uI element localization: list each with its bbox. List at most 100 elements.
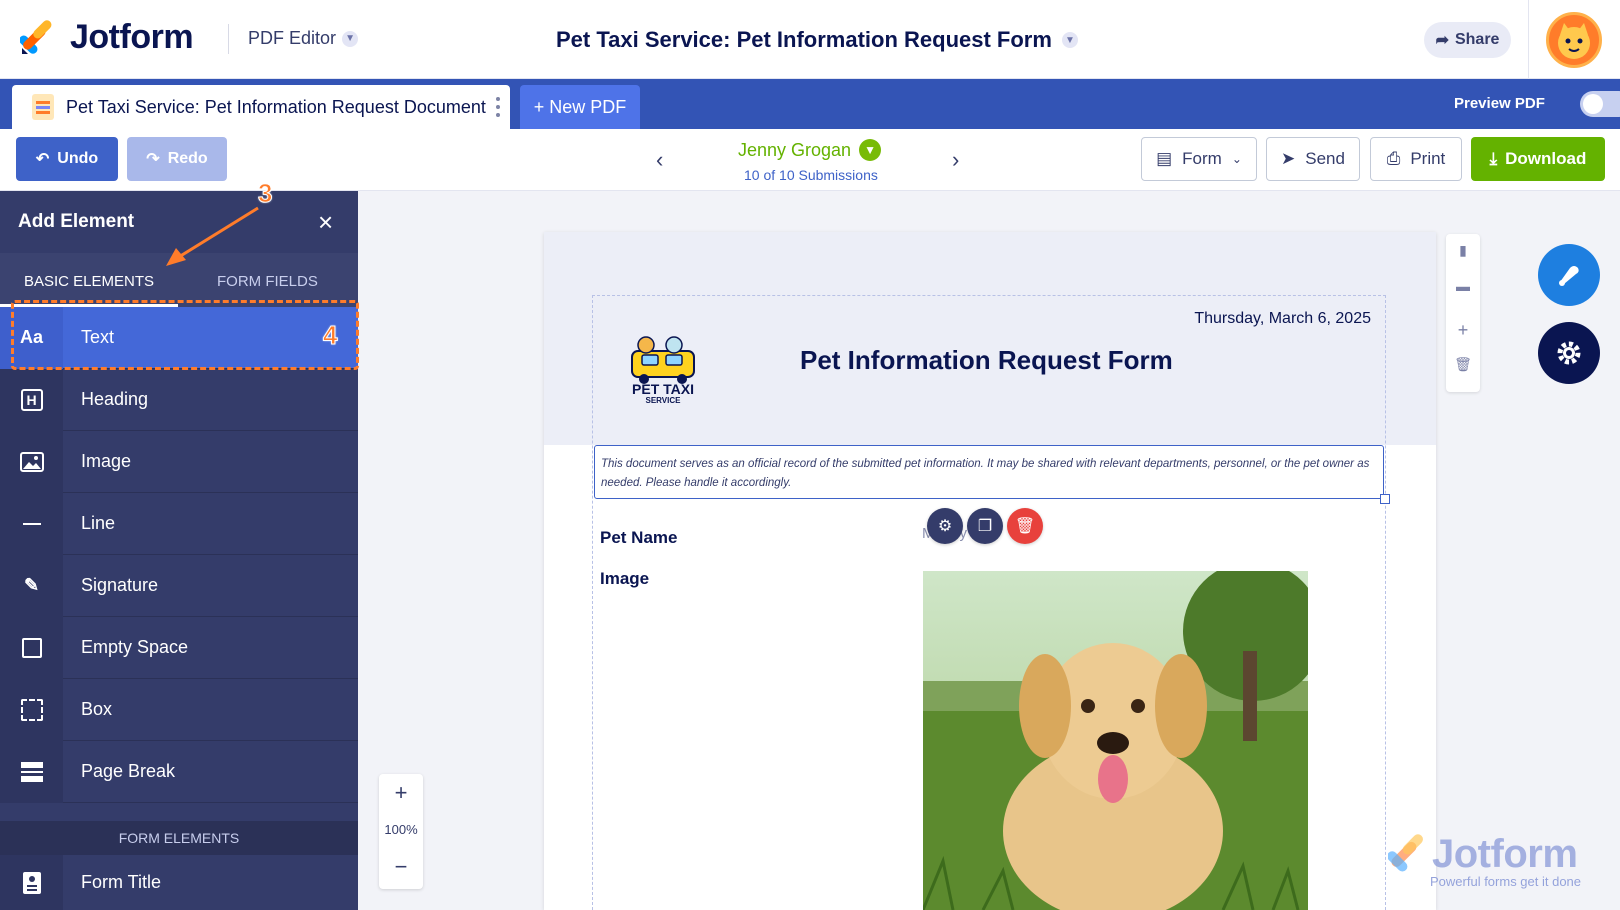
- share-label: Share: [1454, 31, 1500, 48]
- download-button[interactable]: ⤓ Download: [1471, 137, 1605, 181]
- download-label: Download: [1505, 149, 1587, 168]
- paint-roller-icon: [1559, 266, 1579, 286]
- page-layout-icon[interactable]: ▬: [1446, 278, 1480, 294]
- delete-page-icon[interactable]: 🗑: [1446, 356, 1480, 373]
- form-title: Pet Taxi Service: Pet Information Reques…: [556, 27, 1052, 52]
- header-divider: [1528, 0, 1529, 79]
- annotation-step-4: 4: [322, 320, 338, 351]
- document-icon: [32, 94, 54, 120]
- heading-icon: H: [0, 368, 63, 431]
- preview-pdf-toggle[interactable]: [1580, 91, 1620, 117]
- element-form-title[interactable]: Form Title: [0, 855, 358, 910]
- resize-handle[interactable]: [1380, 494, 1390, 504]
- add-page-icon[interactable]: +: [1446, 320, 1480, 341]
- print-button[interactable]: ⎙ Print: [1370, 137, 1462, 181]
- duplicate-icon[interactable]: ❐: [967, 508, 1003, 544]
- element-label: Empty Space: [81, 637, 189, 657]
- brand-name: Jotform: [70, 18, 194, 56]
- form-title-dropdown[interactable]: Pet Taxi Service: Pet Information Reques…: [556, 27, 1078, 53]
- watermark-tagline: Powerful forms get it done: [1430, 874, 1582, 889]
- element-line[interactable]: Line: [0, 492, 358, 555]
- jotform-logo[interactable]: Jotform: [20, 18, 194, 57]
- pet-photo[interactable]: [923, 571, 1308, 910]
- element-page-break[interactable]: Page Break: [0, 740, 358, 803]
- send-label: Send: [1305, 149, 1345, 168]
- submission-count[interactable]: 10 of 10 Submissions: [744, 167, 878, 183]
- page-icon[interactable]: ▮: [1446, 242, 1480, 259]
- undo-button[interactable]: ↶ Undo: [16, 137, 118, 181]
- send-icon: ➤: [1281, 149, 1296, 168]
- design-tool-button[interactable]: [1538, 244, 1600, 306]
- form-dropdown-button[interactable]: ▤ Form ⌄: [1141, 137, 1257, 181]
- print-label: Print: [1410, 149, 1446, 168]
- undo-icon: ↶: [35, 151, 50, 168]
- app-name: PDF Editor: [248, 28, 337, 48]
- download-icon: ⤓: [1489, 149, 1498, 168]
- previous-submission-icon[interactable]: ‹: [656, 147, 663, 173]
- toggle-knob: [1583, 94, 1603, 114]
- redo-button[interactable]: ↷ Redo: [127, 137, 227, 181]
- pdf-page[interactable]: PET TAXI SERVICE Thursday, March 6, 2025…: [544, 232, 1436, 910]
- app-switcher[interactable]: PDF Editor ▼: [248, 28, 359, 49]
- form-title-icon: [0, 855, 63, 910]
- field-label-image[interactable]: Image: [600, 569, 649, 589]
- dog-image-icon: [923, 571, 1308, 910]
- submitter-name: Jenny Grogan ▼: [738, 139, 882, 161]
- settings-icon[interactable]: ⚙: [927, 508, 963, 544]
- share-button[interactable]: ➦ Share: [1424, 22, 1511, 58]
- close-icon[interactable]: ×: [318, 207, 333, 238]
- logo-subtext: SERVICE: [645, 396, 681, 405]
- document-date[interactable]: Thursday, March 6, 2025: [544, 310, 1371, 328]
- chevron-down-icon: ▼: [342, 30, 359, 47]
- notice-text-box[interactable]: This document serves as an official reco…: [594, 445, 1384, 499]
- jotform-logo-icon: [20, 19, 52, 54]
- form-elements-header: FORM ELEMENTS: [0, 821, 358, 855]
- logo-text: PET TAXI: [632, 381, 694, 397]
- form-icon: ▤: [1156, 149, 1173, 168]
- new-pdf-button[interactable]: + New PDF: [520, 85, 640, 129]
- next-submission-icon[interactable]: ›: [952, 147, 959, 173]
- tab-basic-elements[interactable]: BASIC ELEMENTS: [24, 273, 154, 290]
- zoom-in-button[interactable]: +: [379, 780, 423, 806]
- settings-button[interactable]: [1538, 322, 1600, 384]
- jotform-watermark: Jotform Powerful forms get it done: [1388, 832, 1581, 889]
- document-heading[interactable]: Pet Information Request Form: [800, 345, 1173, 376]
- submitter-name-label: Jenny Grogan: [738, 139, 852, 160]
- pet-taxi-logo[interactable]: PET TAXI SERVICE: [620, 327, 706, 407]
- preview-pdf-label: Preview PDF: [1454, 95, 1545, 112]
- element-label: Heading: [81, 389, 149, 409]
- undo-label: Undo: [57, 150, 99, 167]
- element-signature[interactable]: ✎ Signature: [0, 554, 358, 617]
- element-label: Box: [81, 699, 113, 719]
- document-tab-bar: Pet Taxi Service: Pet Information Reques…: [0, 79, 1620, 129]
- print-icon: ⎙: [1386, 149, 1401, 168]
- redo-label: Redo: [167, 150, 208, 167]
- avatar[interactable]: [1546, 12, 1602, 68]
- zoom-out-button[interactable]: −: [379, 854, 423, 880]
- delete-icon[interactable]: 🗑: [1007, 508, 1043, 544]
- element-empty-space[interactable]: Empty Space: [0, 616, 358, 679]
- tab-document[interactable]: Pet Taxi Service: Pet Information Reques…: [12, 85, 510, 129]
- element-label: Signature: [81, 575, 159, 595]
- element-image[interactable]: Image: [0, 430, 358, 493]
- tab-form-fields[interactable]: FORM FIELDS: [217, 273, 318, 290]
- form-label: Form: [1182, 149, 1222, 168]
- more-options-icon[interactable]: [496, 97, 500, 117]
- element-box[interactable]: Box: [0, 678, 358, 741]
- send-button[interactable]: ➤ Send: [1266, 137, 1360, 181]
- page-tools: ▮ ▬ + 🗑: [1446, 234, 1480, 392]
- annotation-highlight-box: [11, 300, 359, 370]
- image-icon: [0, 430, 63, 493]
- add-element-panel: Add Element × BASIC ELEMENTS FORM FIELDS…: [0, 191, 358, 910]
- gear-icon: [1557, 341, 1581, 365]
- element-label: Page Break: [81, 761, 176, 781]
- line-icon: [0, 492, 63, 555]
- pen-icon: ✎: [0, 554, 63, 617]
- chevron-down-icon: ▼: [1061, 32, 1078, 48]
- field-label-pet-name[interactable]: Pet Name: [600, 528, 677, 548]
- chevron-down-icon[interactable]: ▼: [859, 139, 882, 161]
- element-label: Image: [81, 451, 132, 471]
- watermark-logo-icon: [1388, 834, 1423, 872]
- element-heading[interactable]: H Heading: [0, 368, 358, 431]
- element-label: Form Title: [81, 872, 162, 892]
